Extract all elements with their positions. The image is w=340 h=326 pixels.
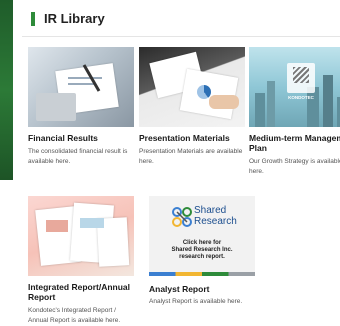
logo-word-research: Research bbox=[194, 216, 237, 227]
card-medium-term-plan[interactable]: KONDOTEC Medium-term Management Plan Our… bbox=[249, 47, 340, 187]
card-integrated-report[interactable]: Integrated Report/Annual Report Kondotec… bbox=[28, 196, 134, 324]
kondotec-logo-icon bbox=[287, 63, 315, 93]
card-description: Our Growth Strategy is available here. bbox=[249, 158, 340, 175]
card-analyst-report[interactable]: Shared Research Click here for Shared Re… bbox=[149, 196, 255, 316]
kondotec-logo-text: KONDOTEC bbox=[288, 95, 314, 100]
city-skyline-icon[interactable]: KONDOTEC bbox=[249, 47, 340, 127]
title-accent-bar bbox=[31, 12, 35, 26]
title-divider bbox=[22, 36, 340, 37]
card-title[interactable]: Analyst Report bbox=[149, 284, 261, 294]
laptop-report-icon[interactable] bbox=[28, 47, 134, 127]
report-booklets-icon[interactable] bbox=[28, 196, 134, 276]
card-presentation-materials[interactable]: Presentation Materials Presentation Mate… bbox=[139, 47, 245, 177]
banner-line-1: Click here for bbox=[182, 240, 222, 246]
card-title[interactable]: Financial Results bbox=[28, 133, 140, 143]
logo-word-shared: Shared bbox=[194, 205, 227, 216]
card-description: Presentation Materials are available her… bbox=[139, 148, 243, 165]
side-banner-image bbox=[0, 0, 13, 180]
section-title: IR Library bbox=[44, 11, 105, 26]
banner-color-stripe bbox=[149, 272, 255, 276]
card-description: Kondotec's Integrated Report / Annual Re… bbox=[28, 307, 121, 324]
card-description: The consolidated financial result is ava… bbox=[28, 148, 128, 165]
card-financial-results[interactable]: Financial Results The consolidated finan… bbox=[28, 47, 134, 177]
card-title[interactable]: Integrated Report/Annual Report bbox=[28, 282, 140, 302]
handshake-documents-icon[interactable] bbox=[139, 47, 245, 127]
side-banner-base bbox=[0, 180, 13, 323]
banner-line-3: research report. bbox=[179, 254, 225, 260]
ir-library-panel: IR Library Financial Results The consoli… bbox=[22, 0, 340, 324]
banner-line-2: Shared Research Inc. bbox=[171, 247, 233, 253]
card-description: Analyst Report is available here. bbox=[149, 298, 243, 305]
card-title[interactable]: Medium-term Management Plan bbox=[249, 133, 340, 153]
card-title[interactable]: Presentation Materials bbox=[139, 133, 251, 143]
shared-research-logo-icon: Shared Research bbox=[171, 202, 237, 236]
shared-research-banner[interactable]: Shared Research Click here for Shared Re… bbox=[149, 196, 255, 276]
